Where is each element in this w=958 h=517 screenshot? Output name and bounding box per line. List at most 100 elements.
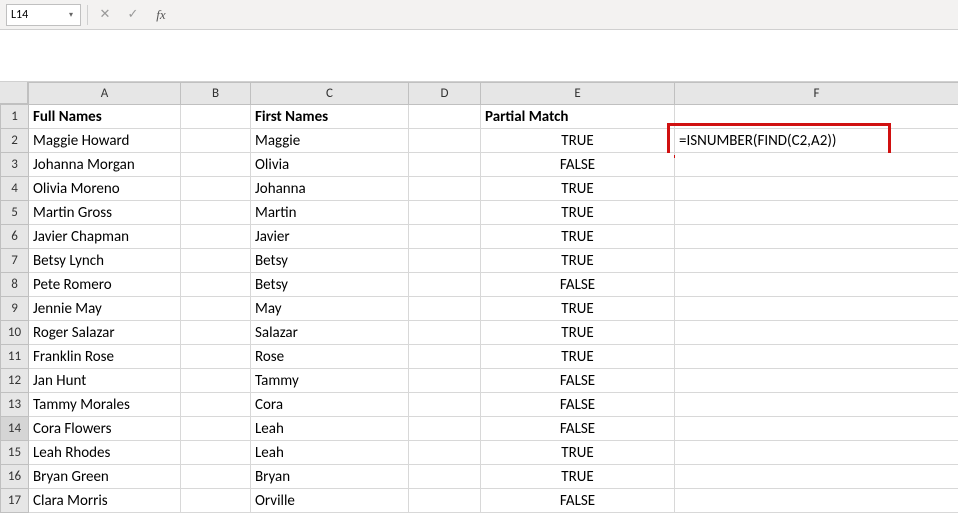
cell[interactable]	[181, 393, 251, 417]
cell[interactable]	[409, 249, 481, 273]
row-header[interactable]: 16	[1, 465, 29, 489]
cell[interactable]: FALSE	[481, 369, 675, 393]
row-header[interactable]: 14	[1, 417, 29, 441]
cell[interactable]	[181, 273, 251, 297]
cell[interactable]: Olivia	[251, 153, 409, 177]
cell[interactable]	[409, 393, 481, 417]
cancel-icon[interactable]: ✕	[94, 4, 116, 26]
cell[interactable]: Tammy Morales	[29, 393, 181, 417]
cell[interactable]	[181, 441, 251, 465]
cell[interactable]: TRUE	[481, 441, 675, 465]
cell[interactable]: TRUE	[481, 177, 675, 201]
cell[interactable]: Johanna	[251, 177, 409, 201]
cell[interactable]: First Names	[251, 105, 409, 129]
cell[interactable]: FALSE	[481, 153, 675, 177]
cell[interactable]	[409, 369, 481, 393]
row-header[interactable]: 2	[1, 129, 29, 153]
cell[interactable]	[675, 177, 958, 201]
cell[interactable]	[409, 129, 481, 153]
cell[interactable]: Betsy Lynch	[29, 249, 181, 273]
col-header-B[interactable]: B	[181, 83, 251, 105]
col-header-D[interactable]: D	[409, 83, 481, 105]
cell[interactable]	[675, 249, 958, 273]
cell[interactable]	[181, 177, 251, 201]
cell[interactable]	[675, 465, 958, 489]
cell[interactable]: FALSE	[481, 273, 675, 297]
cell[interactable]	[181, 225, 251, 249]
cell[interactable]: FALSE	[481, 417, 675, 441]
cell[interactable]	[409, 225, 481, 249]
col-header-E[interactable]: E	[481, 83, 675, 105]
cell[interactable]: Betsy	[251, 273, 409, 297]
cell[interactable]: TRUE	[481, 249, 675, 273]
cell[interactable]: TRUE	[481, 465, 675, 489]
cell[interactable]	[675, 393, 958, 417]
cell[interactable]	[675, 417, 958, 441]
cell[interactable]: =ISNUMBER(FIND(C2,A2))	[675, 129, 958, 153]
name-box[interactable]: L14 ▾	[6, 4, 81, 26]
cell[interactable]	[181, 249, 251, 273]
row-header[interactable]: 8	[1, 273, 29, 297]
cell[interactable]	[675, 297, 958, 321]
select-all-corner[interactable]	[0, 82, 28, 104]
row-header[interactable]: 17	[1, 489, 29, 513]
row-header[interactable]: 4	[1, 177, 29, 201]
cell[interactable]	[409, 153, 481, 177]
row-header[interactable]: 5	[1, 201, 29, 225]
cell[interactable]	[409, 105, 481, 129]
cell[interactable]: TRUE	[481, 297, 675, 321]
cell[interactable]: Orville	[251, 489, 409, 513]
row-header[interactable]: 15	[1, 441, 29, 465]
cell[interactable]	[675, 489, 958, 513]
row-header[interactable]: 13	[1, 393, 29, 417]
cell[interactable]	[675, 321, 958, 345]
cell[interactable]: Cora	[251, 393, 409, 417]
cell[interactable]	[181, 321, 251, 345]
cell[interactable]: Bryan	[251, 465, 409, 489]
cell[interactable]: Full Names	[29, 105, 181, 129]
cell[interactable]	[409, 321, 481, 345]
row-header[interactable]: 7	[1, 249, 29, 273]
cell[interactable]: Roger Salazar	[29, 321, 181, 345]
cell[interactable]	[181, 369, 251, 393]
cell[interactable]	[409, 417, 481, 441]
cell[interactable]	[181, 465, 251, 489]
cell[interactable]: Javier Chapman	[29, 225, 181, 249]
cell[interactable]: Pete Romero	[29, 273, 181, 297]
cell[interactable]: Johanna Morgan	[29, 153, 181, 177]
row-header[interactable]: 10	[1, 321, 29, 345]
cell[interactable]: TRUE	[481, 345, 675, 369]
cell[interactable]: Partial Match	[481, 105, 675, 129]
col-header-C[interactable]: C	[251, 83, 409, 105]
cell[interactable]	[675, 225, 958, 249]
cell[interactable]: FALSE	[481, 489, 675, 513]
cell[interactable]	[409, 273, 481, 297]
cell[interactable]: Jan Hunt	[29, 369, 181, 393]
cell[interactable]	[181, 201, 251, 225]
cell[interactable]: TRUE	[481, 225, 675, 249]
cell[interactable]: Betsy	[251, 249, 409, 273]
cell[interactable]	[675, 441, 958, 465]
cell[interactable]: Martin	[251, 201, 409, 225]
cell[interactable]	[409, 201, 481, 225]
row-header[interactable]: 9	[1, 297, 29, 321]
cell[interactable]: Franklin Rose	[29, 345, 181, 369]
cell[interactable]: Martin Gross	[29, 201, 181, 225]
row-header[interactable]: 12	[1, 369, 29, 393]
cell[interactable]: Tammy	[251, 369, 409, 393]
cell[interactable]	[181, 297, 251, 321]
cell[interactable]: TRUE	[481, 321, 675, 345]
cell[interactable]: TRUE	[481, 201, 675, 225]
col-header-A[interactable]: A	[29, 83, 181, 105]
row-header[interactable]: 11	[1, 345, 29, 369]
cell[interactable]: May	[251, 297, 409, 321]
cell[interactable]	[181, 489, 251, 513]
cell[interactable]	[409, 297, 481, 321]
cell[interactable]	[181, 153, 251, 177]
cell[interactable]: Rose	[251, 345, 409, 369]
formula-input[interactable]	[178, 4, 952, 26]
confirm-icon[interactable]: ✓	[122, 4, 144, 26]
col-header-F[interactable]: F	[675, 83, 958, 105]
row-header[interactable]: 1	[1, 105, 29, 129]
cell[interactable]: Maggie	[251, 129, 409, 153]
